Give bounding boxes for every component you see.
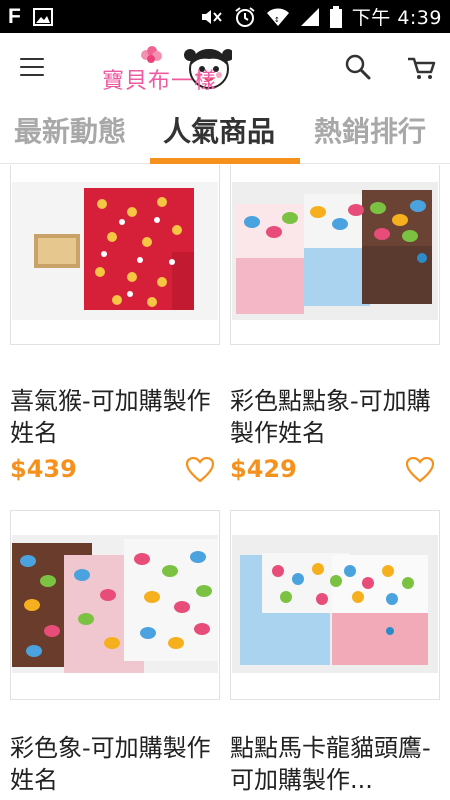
product-image bbox=[232, 182, 438, 320]
product-title[interactable]: 彩色點點象-可加購製作姓名 bbox=[230, 385, 440, 449]
tab-popular-products[interactable]: 人氣商品 bbox=[163, 110, 275, 150]
alarm-icon bbox=[234, 6, 256, 28]
product-image bbox=[12, 535, 218, 673]
mute-icon bbox=[200, 7, 224, 27]
category-tabs: 最新動態 人氣商品 熱銷排行 bbox=[0, 100, 450, 164]
product-price: $429 bbox=[230, 455, 297, 483]
product-image-frame[interactable] bbox=[10, 510, 220, 700]
notification-f-icon: F bbox=[8, 4, 21, 28]
search-icon[interactable] bbox=[344, 53, 372, 81]
tab-best-sellers[interactable]: 熱銷排行 bbox=[314, 110, 426, 150]
wifi-icon: ↕ bbox=[266, 7, 290, 27]
heart-icon[interactable] bbox=[405, 456, 435, 483]
product-grid: 喜氣猴-可加購製作姓名 $439 彩色點點象-可加購製作姓名 $429 彩色象-… bbox=[0, 165, 450, 800]
status-bar-right: ↕ 下午 4:39 bbox=[200, 3, 442, 30]
status-bar: F ↕ 下午 4:39 bbox=[0, 0, 450, 33]
product-image bbox=[232, 535, 438, 673]
logo-text: 寶貝布一樣 bbox=[102, 69, 218, 94]
tab-latest-news[interactable]: 最新動態 bbox=[14, 110, 126, 150]
status-bar-left: F bbox=[8, 5, 53, 29]
battery-icon bbox=[329, 5, 342, 28]
product-image-frame[interactable] bbox=[230, 510, 440, 700]
status-time: 下午 4:39 bbox=[351, 7, 442, 29]
product-image bbox=[12, 182, 218, 320]
product-title[interactable]: 點點馬卡龍貓頭鷹-可加購製作... bbox=[230, 732, 440, 796]
product-title[interactable]: 喜氣猴-可加購製作姓名 bbox=[10, 385, 220, 449]
product-image-frame[interactable] bbox=[10, 165, 220, 345]
svg-text:↕: ↕ bbox=[274, 16, 280, 24]
brand-logo[interactable]: 寶貝布一樣 bbox=[102, 41, 234, 99]
product-title[interactable]: 彩色象-可加購製作姓名 bbox=[10, 732, 220, 796]
active-tab-indicator bbox=[150, 158, 300, 164]
gallery-icon bbox=[32, 7, 53, 26]
heart-icon[interactable] bbox=[185, 456, 215, 483]
menu-icon[interactable] bbox=[20, 53, 48, 81]
app-bar: 寶貝布一樣 bbox=[0, 33, 450, 100]
product-image-frame[interactable] bbox=[230, 165, 440, 345]
product-price: $439 bbox=[10, 455, 77, 483]
cart-icon[interactable] bbox=[406, 53, 436, 81]
signal-icon bbox=[300, 7, 320, 27]
